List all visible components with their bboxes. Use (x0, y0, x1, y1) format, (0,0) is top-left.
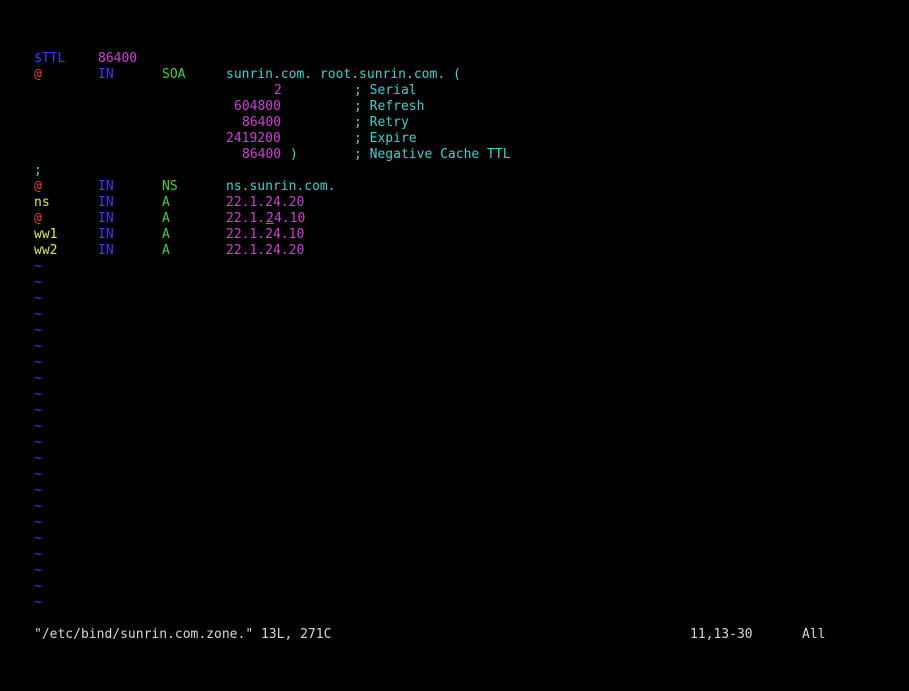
empty-line-tilde: ~ (34, 387, 42, 402)
record-data-prefix: 22.1. (226, 211, 266, 226)
expire-value: 2419200 (226, 131, 281, 146)
empty-line-tilde: ~ (34, 579, 42, 594)
record-type: A (162, 243, 170, 258)
empty-line-tilde: ~ (34, 547, 42, 562)
record-type: A (162, 211, 170, 226)
empty-line-tilde: ~ (34, 531, 42, 546)
serial-comment: ; Serial (354, 83, 417, 98)
refresh-comment: ; Refresh (354, 99, 425, 114)
record-data-suffix: 4.10 (274, 211, 306, 226)
record-type: NS (162, 179, 178, 194)
empty-line-tilde: ~ (34, 467, 42, 482)
record-class: IN (98, 211, 114, 226)
soa-line: @ IN SOA sunrin.com. root.sunrin.com. ( (34, 67, 884, 83)
vim-editor-buffer[interactable]: $TTL 86400 @ IN SOA sunrin.com. root.sun… (34, 51, 884, 611)
a-record-ns-line: ns IN A 22.1.24.20 (34, 195, 884, 211)
ttl-directive: $TTL (34, 51, 66, 66)
expire-line: 2419200 ; Expire (34, 131, 884, 147)
a-record-ww1-line: ww1 IN A 22.1.24.10 (34, 227, 884, 243)
empty-line-tilde: ~ (34, 275, 42, 290)
text-cursor[interactable]: 2 (266, 211, 274, 227)
semicolon: ; (34, 163, 42, 178)
empty-line-tilde: ~ (34, 419, 42, 434)
status-scroll-indicator: All (802, 627, 826, 642)
retry-comment: ; Retry (354, 115, 409, 130)
ttl-value: 86400 (98, 51, 138, 66)
record-name: ww2 (34, 243, 58, 258)
negative-cache-line: 86400 ) ; Negative Cache TTL (34, 147, 884, 163)
empty-line-tilde: ~ (34, 339, 42, 354)
retry-line: 86400 ; Retry (34, 115, 884, 131)
negative-cache-comment: ; Negative Cache TTL (354, 147, 511, 162)
retry-value: 86400 (242, 115, 282, 130)
record-data: sunrin.com. root.sunrin.com. ( (226, 67, 461, 82)
empty-line-tilde: ~ (34, 291, 42, 306)
comment-line: ; (34, 163, 884, 179)
record-name: ns (34, 195, 50, 210)
empty-line-tilde: ~ (34, 307, 42, 322)
record-data: 22.1.24.10 (226, 227, 305, 242)
empty-line-tilde: ~ (34, 563, 42, 578)
empty-line-tilde: ~ (34, 259, 42, 274)
record-class: IN (98, 227, 114, 242)
empty-line-tilde: ~ (34, 355, 42, 370)
a-record-at-line: @ IN A 22.1. 2 4.10 (34, 211, 884, 227)
record-data: ns.sunrin.com. (226, 179, 336, 194)
record-class: IN (98, 243, 114, 258)
record-type: A (162, 227, 170, 242)
a-record-ww2-line: ww2 IN A 22.1.24.20 (34, 243, 884, 259)
record-name: @ (34, 179, 42, 194)
empty-line-tilde: ~ (34, 515, 42, 530)
empty-line-tilde: ~ (34, 595, 42, 610)
serial-line: 2 ; Serial (34, 83, 884, 99)
record-type: A (162, 195, 170, 210)
ttl-line: $TTL 86400 (34, 51, 884, 67)
empty-line-tilde: ~ (34, 371, 42, 386)
negative-cache-value: 86400 (242, 147, 282, 162)
expire-comment: ; Expire (354, 131, 417, 146)
record-class: IN (98, 195, 114, 210)
record-name: @ (34, 67, 42, 82)
empty-line-tilde: ~ (34, 435, 42, 450)
record-class: IN (98, 179, 114, 194)
refresh-line: 604800 ; Refresh (34, 99, 884, 115)
serial-value: 2 (274, 83, 282, 98)
refresh-value: 604800 (234, 99, 281, 114)
record-name: @ (34, 211, 42, 226)
vim-status-line: "/etc/bind/sunrin.com.zone." 13L, 271C 1… (34, 627, 834, 643)
empty-line-tilde: ~ (34, 323, 42, 338)
status-file-info: "/etc/bind/sunrin.com.zone." 13L, 271C (34, 627, 332, 642)
closing-paren: ) (290, 147, 298, 162)
empty-line-tilde: ~ (34, 483, 42, 498)
empty-line-tilde: ~ (34, 451, 42, 466)
record-data: 22.1.24.20 (226, 243, 305, 258)
empty-line-tilde: ~ (34, 499, 42, 514)
record-type: SOA (162, 67, 186, 82)
empty-line-tilde: ~ (34, 403, 42, 418)
record-class: IN (98, 67, 114, 82)
status-cursor-position: 11,13-30 (690, 627, 753, 642)
record-name: ww1 (34, 227, 58, 242)
record-data: 22.1.24.20 (226, 195, 305, 210)
ns-record-line: @ IN NS ns.sunrin.com. (34, 179, 884, 195)
